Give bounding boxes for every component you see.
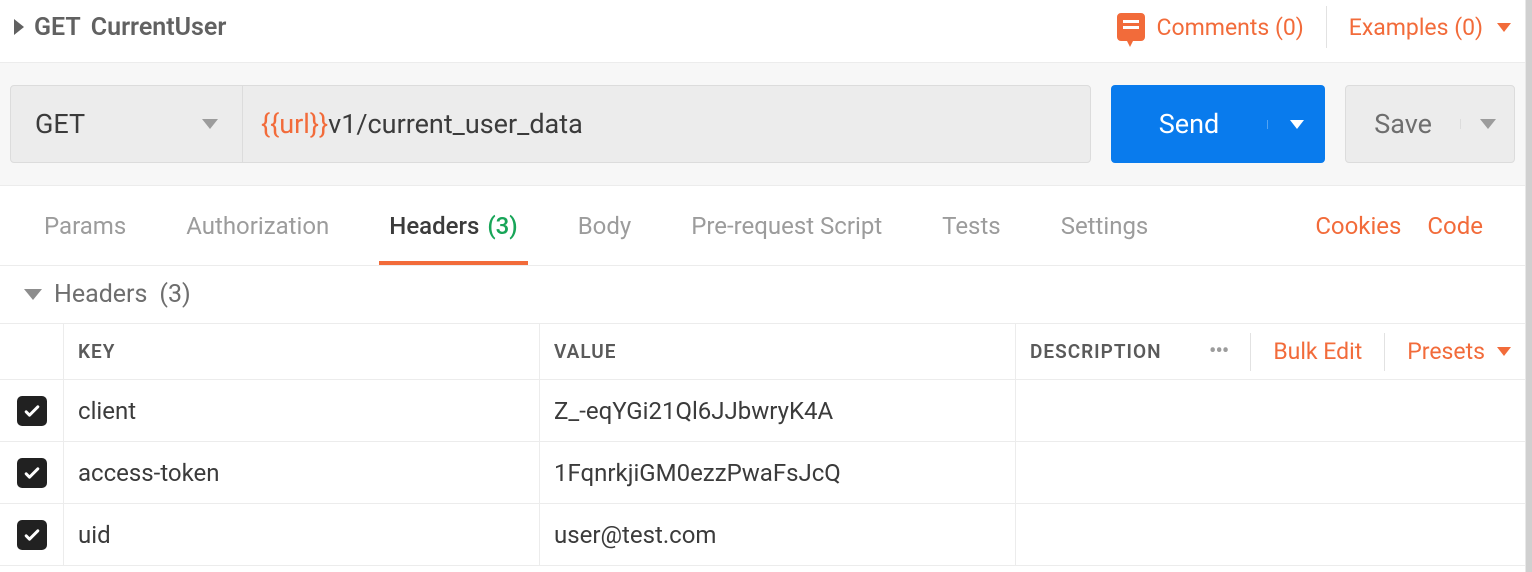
checkbox-checked-icon xyxy=(17,520,47,550)
checkbox-checked-icon xyxy=(17,396,47,426)
chevron-down-icon xyxy=(24,289,42,300)
request-row: GET {{url}}v1/current_user_data Send Sav… xyxy=(0,62,1525,186)
examples-dropdown[interactable]: Examples (0) xyxy=(1349,14,1511,41)
tab-headers-count: (3) xyxy=(487,212,517,240)
chevron-down-icon xyxy=(202,119,218,129)
tabs: Params Authorization Headers (3) Body Pr… xyxy=(14,186,1178,265)
chevron-down-icon xyxy=(1497,347,1511,356)
presets-dropdown[interactable]: Presets xyxy=(1407,338,1511,365)
chevron-down-icon xyxy=(1480,119,1496,129)
method-select[interactable]: GET xyxy=(11,86,243,162)
tab-settings[interactable]: Settings xyxy=(1031,186,1179,265)
send-dropdown[interactable] xyxy=(1267,120,1325,129)
header-description-cell[interactable] xyxy=(1016,442,1525,503)
comments-label: Comments (0) xyxy=(1157,14,1304,41)
row-checkbox[interactable] xyxy=(0,442,64,503)
comment-icon xyxy=(1117,13,1145,41)
headers-title: Headers xyxy=(54,280,147,309)
examples-label: Examples (0) xyxy=(1349,14,1483,41)
bulk-edit-link[interactable]: Bulk Edit xyxy=(1273,338,1362,365)
code-link[interactable]: Code xyxy=(1427,212,1483,240)
col-value: VALUE xyxy=(540,324,1016,379)
header-description-cell[interactable] xyxy=(1016,504,1525,565)
headers-count: (3) xyxy=(159,280,190,309)
header-value-cell[interactable]: user@test.com xyxy=(540,504,1016,565)
send-button-group: Send xyxy=(1111,85,1326,163)
divider xyxy=(1250,333,1251,371)
divider xyxy=(1384,333,1385,371)
more-options-icon[interactable]: ••• xyxy=(1209,339,1228,364)
table-row: uid user@test.com xyxy=(0,504,1525,566)
col-description: DESCRIPTION ••• Bulk Edit Presets xyxy=(1016,324,1525,379)
cookies-link[interactable]: Cookies xyxy=(1315,212,1401,240)
comments-button[interactable]: Comments (0) xyxy=(1117,13,1304,41)
header-key-cell[interactable]: access-token xyxy=(64,442,540,503)
table-row: client Z_-eqYGi21Ql6JJbwryK4A xyxy=(0,380,1525,442)
request-method-label: GET xyxy=(34,13,81,42)
url-input[interactable]: {{url}}v1/current_user_data xyxy=(243,86,1090,162)
header-description-cell[interactable] xyxy=(1016,380,1525,441)
row-checkbox[interactable] xyxy=(0,380,64,441)
tab-prerequest[interactable]: Pre-request Script xyxy=(661,186,912,265)
chevron-down-icon xyxy=(1290,120,1304,129)
col-checkbox xyxy=(0,324,64,379)
table-row: access-token 1FqnrkjiGM0ezzPwaFsJcQ xyxy=(0,442,1525,504)
table-actions: ••• Bulk Edit Presets xyxy=(1209,333,1511,371)
url-variable: {{url}} xyxy=(261,108,328,140)
save-button-group: Save xyxy=(1345,85,1515,163)
header-actions: Comments (0) Examples (0) xyxy=(1117,6,1511,48)
request-header: GET CurrentUser Comments (0) Examples (0… xyxy=(0,0,1525,62)
tab-headers[interactable]: Headers (3) xyxy=(359,186,547,265)
tab-links: Cookies Code xyxy=(1315,212,1511,240)
headers-table-body: client Z_-eqYGi21Ql6JJbwryK4A access-tok… xyxy=(0,380,1525,566)
header-key-cell[interactable]: client xyxy=(64,380,540,441)
divider xyxy=(1326,6,1327,48)
save-button[interactable]: Save xyxy=(1346,108,1460,140)
header-value-cell[interactable]: Z_-eqYGi21Ql6JJbwryK4A xyxy=(540,380,1016,441)
url-path: v1/current_user_data xyxy=(328,108,583,140)
method-url-group: GET {{url}}v1/current_user_data xyxy=(10,85,1091,163)
expand-icon xyxy=(14,19,24,35)
checkbox-checked-icon xyxy=(17,458,47,488)
header-key-cell[interactable]: uid xyxy=(64,504,540,565)
header-value-cell[interactable]: 1FqnrkjiGM0ezzPwaFsJcQ xyxy=(540,442,1016,503)
request-name: CurrentUser xyxy=(91,13,227,42)
headers-section-toggle[interactable]: Headers (3) xyxy=(0,266,1525,324)
method-value: GET xyxy=(35,108,85,140)
headers-table-head: KEY VALUE DESCRIPTION ••• Bulk Edit Pres… xyxy=(0,324,1525,380)
save-dropdown[interactable] xyxy=(1460,119,1514,129)
scrollbar[interactable] xyxy=(1526,0,1532,572)
send-button[interactable]: Send xyxy=(1111,108,1268,140)
tab-authorization[interactable]: Authorization xyxy=(156,186,359,265)
tab-tests[interactable]: Tests xyxy=(912,186,1031,265)
tab-params[interactable]: Params xyxy=(14,186,156,265)
tab-body[interactable]: Body xyxy=(548,186,662,265)
tabs-row: Params Authorization Headers (3) Body Pr… xyxy=(0,186,1525,266)
row-checkbox[interactable] xyxy=(0,504,64,565)
chevron-down-icon xyxy=(1497,23,1511,32)
col-key: KEY xyxy=(64,324,540,379)
request-title-wrap[interactable]: GET CurrentUser xyxy=(14,13,226,42)
